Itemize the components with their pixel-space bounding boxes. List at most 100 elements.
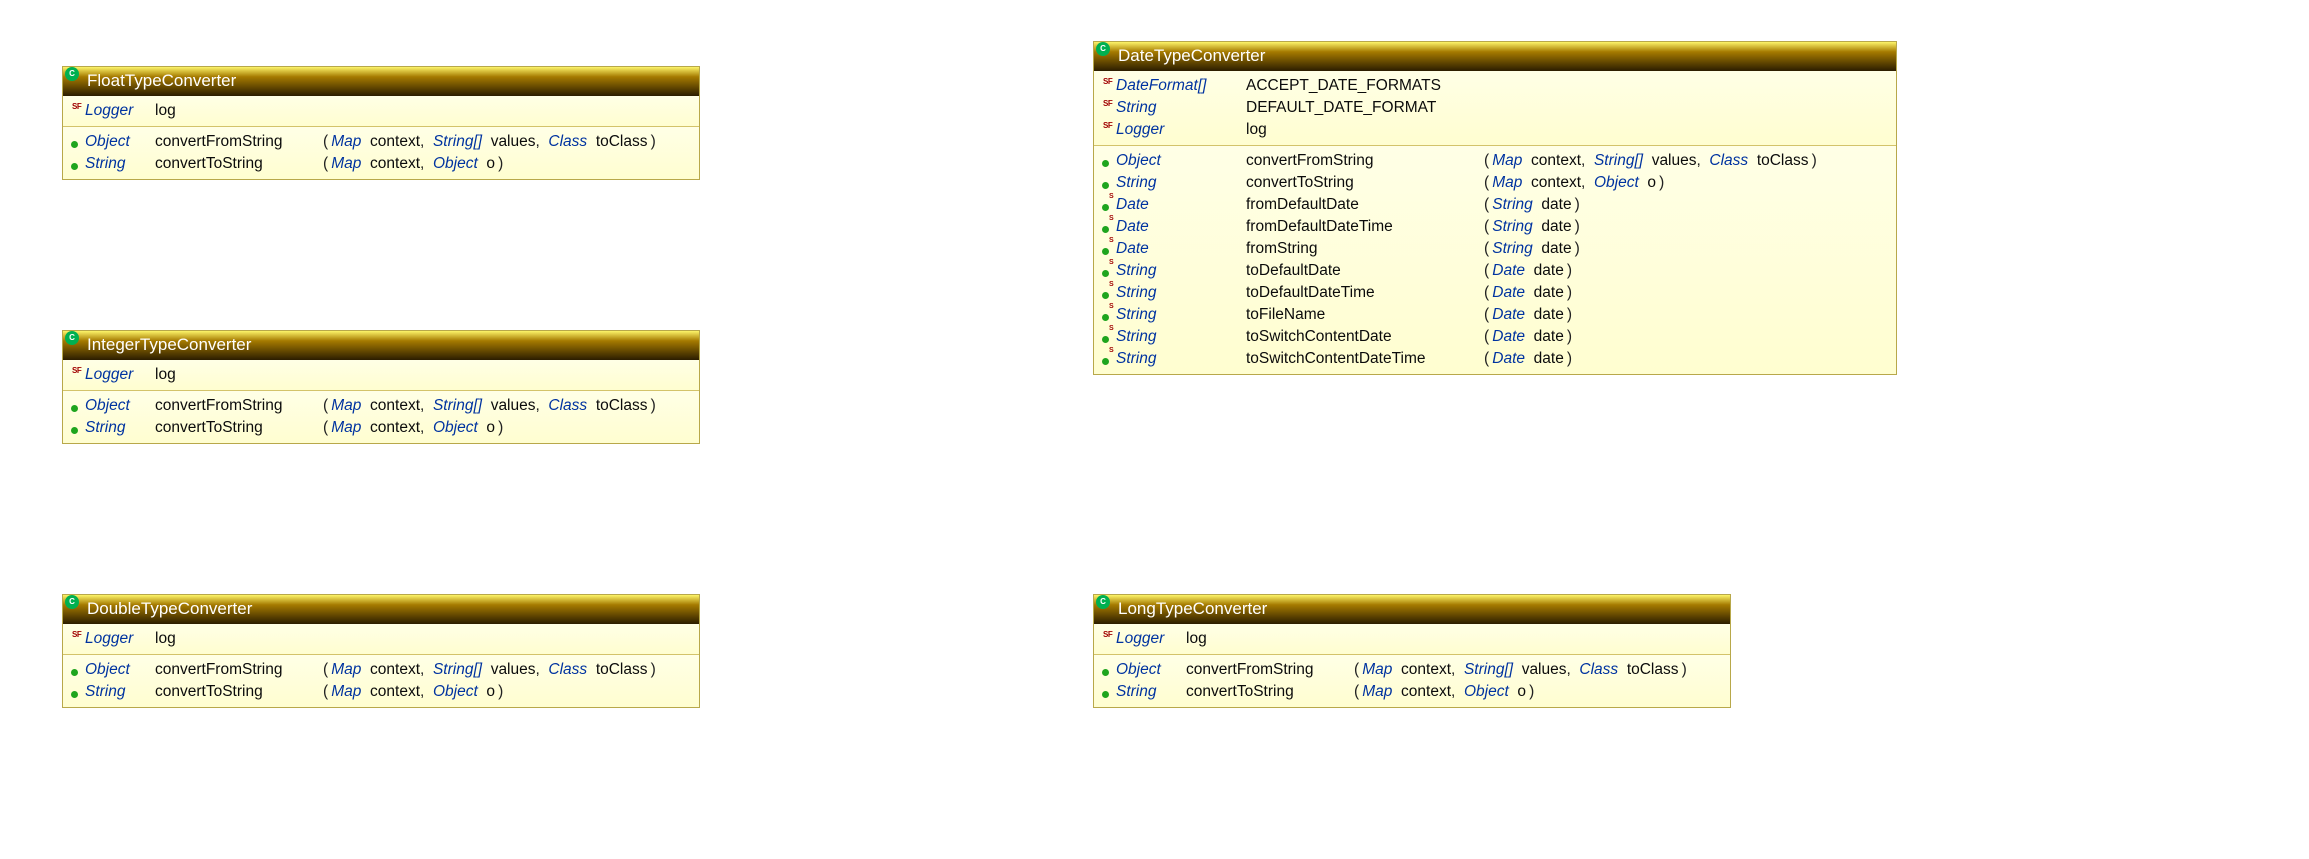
panel-header: C FloatTypeConverter [63, 67, 699, 96]
visibility-icon [1102, 264, 1112, 274]
field-type: Logger [1116, 630, 1178, 648]
methods-section: ObjectconvertFromString( Map context, St… [63, 390, 699, 443]
field-name: DEFAULT_DATE_FORMAT [1246, 99, 1436, 117]
method-name: toDefaultDate [1246, 262, 1476, 280]
panel-header: C DateTypeConverter [1094, 42, 1896, 71]
visibility-icon [1102, 154, 1112, 164]
field-name: log [155, 366, 176, 384]
class-panel-double: C DoubleTypeConverter SF Logger log Obje… [62, 594, 700, 708]
method-row: StringconvertToString( Map context, Obje… [71, 153, 691, 175]
return-type: String [85, 419, 147, 437]
visibility-icon [1102, 308, 1112, 318]
class-title: LongTypeConverter [1118, 599, 1267, 618]
field-row: SF Logger log [1102, 628, 1722, 650]
methods-section: ObjectconvertFromString( Map context, St… [63, 654, 699, 707]
field-type: String [1116, 99, 1238, 117]
method-params: ( Map context, String[] values, Class to… [1354, 661, 1687, 679]
method-params: ( Map context, String[] values, Class to… [323, 661, 656, 679]
method-row: StringconvertToString( Map context, Obje… [1102, 172, 1888, 194]
methods-section: ObjectconvertFromString( Map context, St… [63, 126, 699, 179]
method-row: String toSwitchContentDateTime ( Date date… [1102, 348, 1888, 370]
class-icon: C [1096, 595, 1110, 609]
visibility-icon [1102, 220, 1112, 230]
visibility-icon [1102, 176, 1112, 186]
fields-section: SF Logger log [1094, 624, 1730, 654]
method-row: ObjectconvertFromString( Map context, St… [1102, 150, 1888, 172]
field-row: SF Logger log [71, 100, 691, 122]
class-panel-integer: C IntegerTypeConverter SF Logger log Obj… [62, 330, 700, 444]
visibility-icon: SF [71, 104, 81, 114]
return-type: Object [85, 133, 147, 151]
visibility-icon [71, 421, 81, 431]
field-type: Logger [85, 630, 147, 648]
method-name: fromDefaultDateTime [1246, 218, 1476, 236]
field-name: log [1246, 121, 1267, 139]
visibility-icon [1102, 663, 1112, 673]
field-name: ACCEPT_DATE_FORMATS [1246, 77, 1441, 95]
visibility-icon [71, 685, 81, 695]
method-name: convertToString [155, 419, 315, 437]
visibility-icon [1102, 685, 1112, 695]
method-params: ( Map context, Object o ) [1354, 683, 1534, 701]
visibility-icon: SF [71, 368, 81, 378]
visibility-icon [71, 399, 81, 409]
visibility-icon [1102, 286, 1112, 296]
visibility-icon [1102, 352, 1112, 362]
method-row: String toDefaultDate ( Date date ) [1102, 260, 1888, 282]
methods-section: Object convertFromString ( Map context, St… [1094, 654, 1730, 707]
field-type: Logger [85, 102, 147, 120]
method-row: StringconvertToString( Map context, Obje… [71, 681, 691, 703]
method-row: DatefromDefaultDateTime( String date ) [1102, 216, 1888, 238]
method-row: StringconvertToString( Map context, Obje… [1102, 681, 1722, 703]
class-title: DateTypeConverter [1118, 46, 1265, 65]
return-type: Date [1116, 240, 1238, 258]
method-row: DatefromString( String date ) [1102, 238, 1888, 260]
field-row: SF String DEFAULT_DATE_FORMAT [1102, 97, 1888, 119]
method-params: ( Map context, String[] values, Class to… [323, 397, 656, 415]
method-name: convertFromString [1186, 661, 1346, 679]
method-name: toSwitchContentDateTime [1246, 350, 1476, 368]
method-params: ( Date date ) [1484, 262, 1572, 280]
class-title: IntegerTypeConverter [87, 335, 251, 354]
visibility-icon [71, 157, 81, 167]
return-type: String [85, 155, 147, 173]
panel-header: C IntegerTypeConverter [63, 331, 699, 360]
fields-section: SF Logger log [63, 624, 699, 654]
method-row: String convertToString ( Map context, Obje… [71, 417, 691, 439]
method-params: ( Map context, String[] values, Class to… [1484, 152, 1817, 170]
visibility-icon [71, 135, 81, 145]
return-type: String [1116, 174, 1238, 192]
method-name: fromDefaultDate [1246, 196, 1476, 214]
return-type: Object [85, 661, 147, 679]
method-name: convertToString [1186, 683, 1346, 701]
method-name: fromString [1246, 240, 1476, 258]
method-row: ObjectconvertFromString( Map context, St… [71, 131, 691, 153]
class-title: DoubleTypeConverter [87, 599, 252, 618]
method-name: toFileName [1246, 306, 1476, 324]
method-params: ( Map context, Object o ) [1484, 174, 1664, 192]
method-row: StringtoFileName( Date date ) [1102, 304, 1888, 326]
field-name: log [1186, 630, 1207, 648]
method-params: ( Date date ) [1484, 284, 1572, 302]
method-params: ( Date date ) [1484, 350, 1572, 368]
return-type: String [1116, 262, 1238, 280]
return-type: Date [1116, 196, 1238, 214]
field-name: log [155, 102, 176, 120]
class-icon: C [1096, 42, 1110, 56]
field-row: SF Logger log [71, 364, 691, 386]
method-name: toSwitchContentDate [1246, 328, 1476, 346]
field-row: SF Logger log [1102, 119, 1888, 141]
method-row: DatefromDefaultDate( String date ) [1102, 194, 1888, 216]
method-name: convertFromString [155, 397, 315, 415]
return-type: String [1116, 350, 1238, 368]
panel-header: C DoubleTypeConverter [63, 595, 699, 624]
method-params: ( Map context, Object o ) [323, 419, 503, 437]
fields-section: SF DateFormat[] ACCEPT_DATE_FORMATS SF S… [1094, 71, 1896, 145]
field-row: SF Logger log [71, 628, 691, 650]
method-params: ( Map context, Object o ) [323, 155, 503, 173]
fields-section: SF Logger log [63, 96, 699, 126]
return-type: Object [1116, 661, 1178, 679]
method-params: ( Map context, Object o ) [323, 683, 503, 701]
class-icon: C [65, 67, 79, 81]
visibility-icon [71, 663, 81, 673]
